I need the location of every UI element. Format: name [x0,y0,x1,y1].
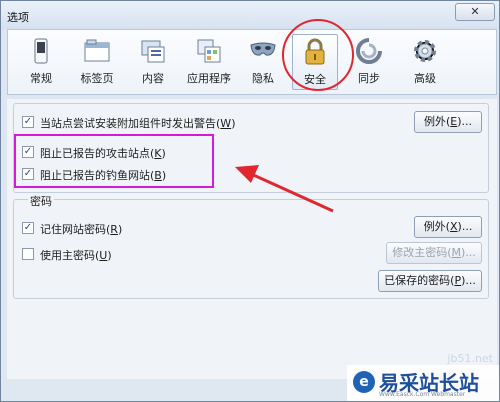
tab-sync-label: 同步 [358,72,380,85]
tab-content[interactable]: 内容 [130,34,176,90]
annotation-red-arrow [235,165,334,213]
tab-privacy[interactable]: 隐私 [240,34,286,90]
warn-addons-checkbox[interactable]: ✓ [22,116,34,128]
tab-applications[interactable]: 应用程序 [186,34,232,90]
password-exceptions-button[interactable]: 例外(X)... [414,216,482,238]
tab-general[interactable]: 常规 [18,34,64,90]
applications-icon [197,39,221,63]
tab-general-label: 常规 [30,72,52,85]
passwords-group-title: 密码 [28,193,54,209]
title-bar: 选项 ✕ [1,1,499,29]
watermark-subtitle: Www.Easck.Com Webmaster [379,391,466,398]
preferences-toolbar: 常规 标签页 内容 应用程序 隐私 安全 同步 高级 [7,29,497,95]
tab-applications-label: 应用程序 [187,72,231,85]
master-password-label[interactable]: 使用主密码(U) [40,247,112,263]
change-master-password-button[interactable]: 修改主密码(M)... [386,242,482,264]
tab-tabs[interactable]: 标签页 [74,34,120,90]
content-icon [141,40,165,63]
watermark-url: jb51.net [447,352,493,365]
watermark: e 易采站长站 Www.Easck.Com Webmaster [347,365,499,401]
options-window: 选项 ✕ 常规 标签页 内容 应用程序 隐私 安全 同步 高级 ✓ 当站点尝试安… [0,0,500,402]
remember-passwords-label[interactable]: 记住网站密码(R) [40,221,122,237]
close-button[interactable]: ✕ [455,3,495,21]
mask-icon [250,42,276,56]
master-password-checkbox[interactable] [22,248,34,260]
switch-icon [34,38,48,64]
sync-icon [356,38,382,64]
tabs-icon [84,39,110,62]
remember-passwords-checkbox[interactable]: ✓ [22,222,34,234]
annotation-red-circle [282,19,354,91]
gear-icon [414,40,436,62]
tab-content-label: 内容 [142,72,164,85]
window-title: 选项 [7,11,29,24]
tab-advanced-label: 高级 [414,72,436,85]
watermark-logo: e [353,371,375,393]
saved-passwords-button[interactable]: 已保存的密码(P)... [378,270,482,292]
tab-tabs-label: 标签页 [80,72,114,85]
tab-advanced[interactable]: 高级 [402,34,448,90]
annotation-magenta-box [14,134,214,188]
exceptions-button[interactable]: 例外(E)... [414,111,482,133]
warn-addons-label[interactable]: 当站点尝试安装附加组件时发出警告(W) [40,115,235,131]
tab-privacy-label: 隐私 [252,72,274,85]
